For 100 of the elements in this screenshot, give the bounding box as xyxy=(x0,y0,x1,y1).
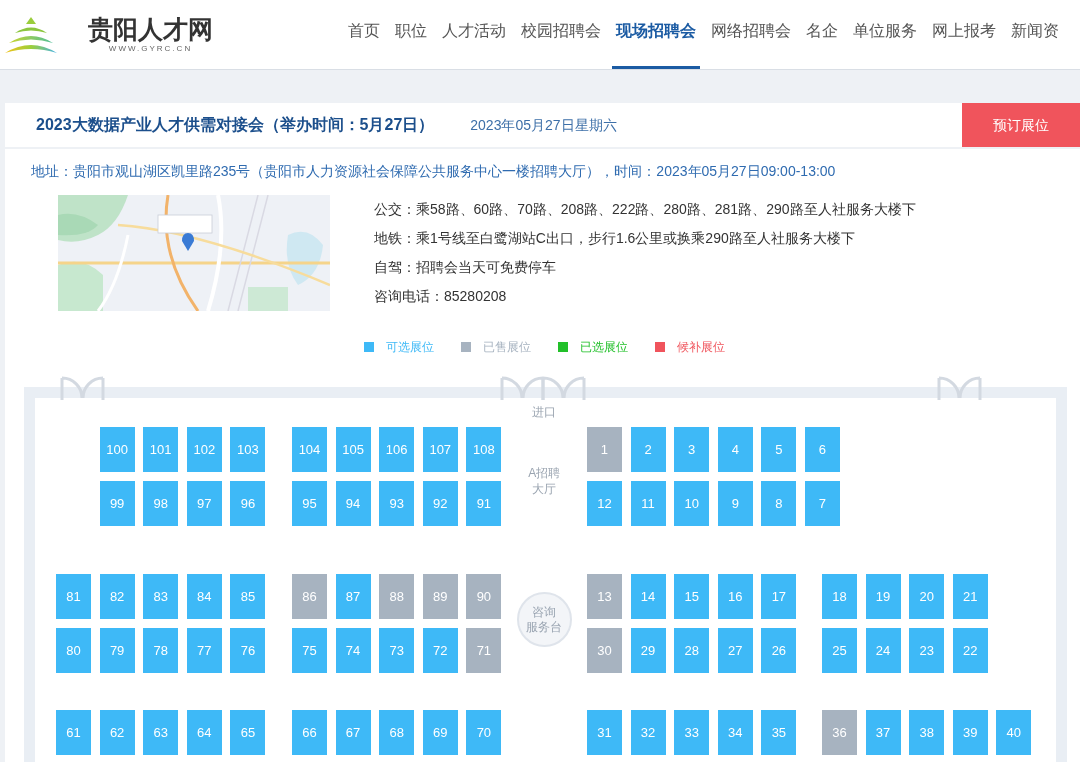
booth-tile[interactable]: 101 xyxy=(143,427,179,472)
booth-tile[interactable]: 103 xyxy=(230,427,266,472)
booth-tile[interactable]: 88 xyxy=(379,574,415,619)
booth-tile[interactable]: 4 xyxy=(717,427,753,472)
booth-tile[interactable]: 9 xyxy=(717,481,753,526)
booth-tile[interactable]: 1 xyxy=(587,427,622,472)
booth-tile[interactable]: 14 xyxy=(630,574,666,619)
booth-tile[interactable]: 98 xyxy=(143,481,179,526)
nav-link[interactable]: 网络招聘会 xyxy=(707,0,795,69)
booth-tile[interactable]: 71 xyxy=(466,628,502,673)
booth-tile[interactable]: 17 xyxy=(761,574,797,619)
booth-tile[interactable]: 38 xyxy=(909,710,945,755)
nav-link[interactable]: 首页 xyxy=(344,0,384,69)
booth-tile[interactable]: 76 xyxy=(230,628,266,673)
booth-tile[interactable]: 74 xyxy=(335,628,371,673)
booth-tile[interactable]: 61 xyxy=(56,710,91,755)
booth-tile[interactable]: 31 xyxy=(587,710,622,755)
booth-tile[interactable]: 85 xyxy=(230,574,266,619)
booth-tile[interactable]: 79 xyxy=(99,628,135,673)
booth-tile[interactable]: 11 xyxy=(630,481,666,526)
booth-tile[interactable]: 36 xyxy=(821,710,857,755)
booth-tile[interactable]: 78 xyxy=(143,628,179,673)
booth-tile[interactable]: 70 xyxy=(466,710,502,755)
booth-tile[interactable]: 96 xyxy=(230,481,266,526)
booth-tile[interactable]: 69 xyxy=(422,710,458,755)
nav-link[interactable]: 职位 xyxy=(391,0,431,69)
booth-tile[interactable]: 16 xyxy=(717,574,753,619)
reserve-booth-button[interactable]: 预订展位 xyxy=(962,103,1080,147)
booth-tile[interactable]: 95 xyxy=(292,481,327,526)
booth-tile[interactable]: 24 xyxy=(865,628,901,673)
booth-tile[interactable]: 34 xyxy=(717,710,753,755)
booth-tile[interactable]: 22 xyxy=(952,628,988,673)
booth-tile[interactable]: 82 xyxy=(99,574,135,619)
nav-link[interactable]: 网上报考 xyxy=(928,0,1000,69)
booth-tile[interactable]: 89 xyxy=(422,574,458,619)
booth-tile[interactable]: 27 xyxy=(717,628,753,673)
booth-tile[interactable]: 97 xyxy=(186,481,222,526)
booth-tile[interactable]: 93 xyxy=(379,481,415,526)
booth-tile[interactable]: 92 xyxy=(422,481,458,526)
booth-tile[interactable]: 7 xyxy=(804,481,840,526)
booth-tile[interactable]: 26 xyxy=(761,628,797,673)
booth-tile[interactable]: 100 xyxy=(99,427,135,472)
nav-link[interactable]: 名企 xyxy=(802,0,842,69)
booth-tile[interactable]: 25 xyxy=(821,628,857,673)
booth-tile[interactable]: 94 xyxy=(335,481,371,526)
booth-tile[interactable]: 67 xyxy=(335,710,371,755)
booth-tile[interactable]: 32 xyxy=(630,710,666,755)
booth-tile[interactable]: 105 xyxy=(335,427,371,472)
booth-tile[interactable]: 107 xyxy=(422,427,458,472)
booth-tile[interactable]: 23 xyxy=(909,628,945,673)
booth-tile[interactable]: 40 xyxy=(996,710,1032,755)
nav-link[interactable]: 人才活动 xyxy=(438,0,510,69)
booth-tile[interactable]: 84 xyxy=(186,574,222,619)
booth-tile[interactable]: 62 xyxy=(99,710,135,755)
booth-tile[interactable]: 21 xyxy=(952,574,988,619)
booth-tile[interactable]: 13 xyxy=(587,574,622,619)
booth-tile[interactable]: 104 xyxy=(292,427,327,472)
booth-tile[interactable]: 99 xyxy=(99,481,135,526)
booth-tile[interactable]: 63 xyxy=(143,710,179,755)
booth-tile[interactable]: 30 xyxy=(587,628,622,673)
booth-tile[interactable]: 65 xyxy=(230,710,266,755)
booth-tile[interactable]: 68 xyxy=(379,710,415,755)
booth-tile[interactable]: 73 xyxy=(379,628,415,673)
booth-tile[interactable]: 80 xyxy=(56,628,91,673)
nav-link[interactable]: 新闻资 xyxy=(1007,0,1063,69)
booth-tile[interactable]: 15 xyxy=(674,574,710,619)
booth-tile[interactable]: 72 xyxy=(422,628,458,673)
booth-tile[interactable]: 18 xyxy=(821,574,857,619)
booth-tile[interactable]: 86 xyxy=(292,574,327,619)
booth-tile[interactable]: 77 xyxy=(186,628,222,673)
booth-tile[interactable]: 90 xyxy=(466,574,502,619)
booth-tile[interactable]: 6 xyxy=(804,427,840,472)
booth-tile[interactable]: 108 xyxy=(466,427,502,472)
booth-tile[interactable]: 12 xyxy=(587,481,622,526)
nav-link[interactable]: 单位服务 xyxy=(849,0,921,69)
booth-tile[interactable]: 8 xyxy=(761,481,797,526)
booth-tile[interactable]: 20 xyxy=(909,574,945,619)
booth-tile[interactable]: 3 xyxy=(674,427,710,472)
nav-link[interactable]: 校园招聘会 xyxy=(517,0,605,69)
booth-tile[interactable]: 87 xyxy=(335,574,371,619)
booth-tile[interactable]: 29 xyxy=(630,628,666,673)
nav-link[interactable]: 现场招聘会 xyxy=(612,0,700,69)
booth-tile[interactable]: 35 xyxy=(761,710,797,755)
booth-tile[interactable]: 64 xyxy=(186,710,222,755)
booth-tile[interactable]: 2 xyxy=(630,427,666,472)
booth-tile[interactable]: 81 xyxy=(56,574,91,619)
booth-tile[interactable]: 91 xyxy=(466,481,502,526)
booth-tile[interactable]: 102 xyxy=(186,427,222,472)
booth-tile[interactable]: 37 xyxy=(865,710,901,755)
booth-tile[interactable]: 10 xyxy=(674,481,710,526)
booth-tile[interactable]: 83 xyxy=(143,574,179,619)
booth-tile[interactable]: 106 xyxy=(379,427,415,472)
booth-tile[interactable]: 33 xyxy=(674,710,710,755)
booth-tile[interactable]: 75 xyxy=(292,628,327,673)
booth-tile[interactable]: 5 xyxy=(761,427,797,472)
logo-url: WWW.GYRC.CN xyxy=(108,44,193,54)
booth-tile[interactable]: 39 xyxy=(952,710,988,755)
booth-tile[interactable]: 28 xyxy=(674,628,710,673)
booth-tile[interactable]: 19 xyxy=(865,574,901,619)
booth-tile[interactable]: 66 xyxy=(292,710,327,755)
